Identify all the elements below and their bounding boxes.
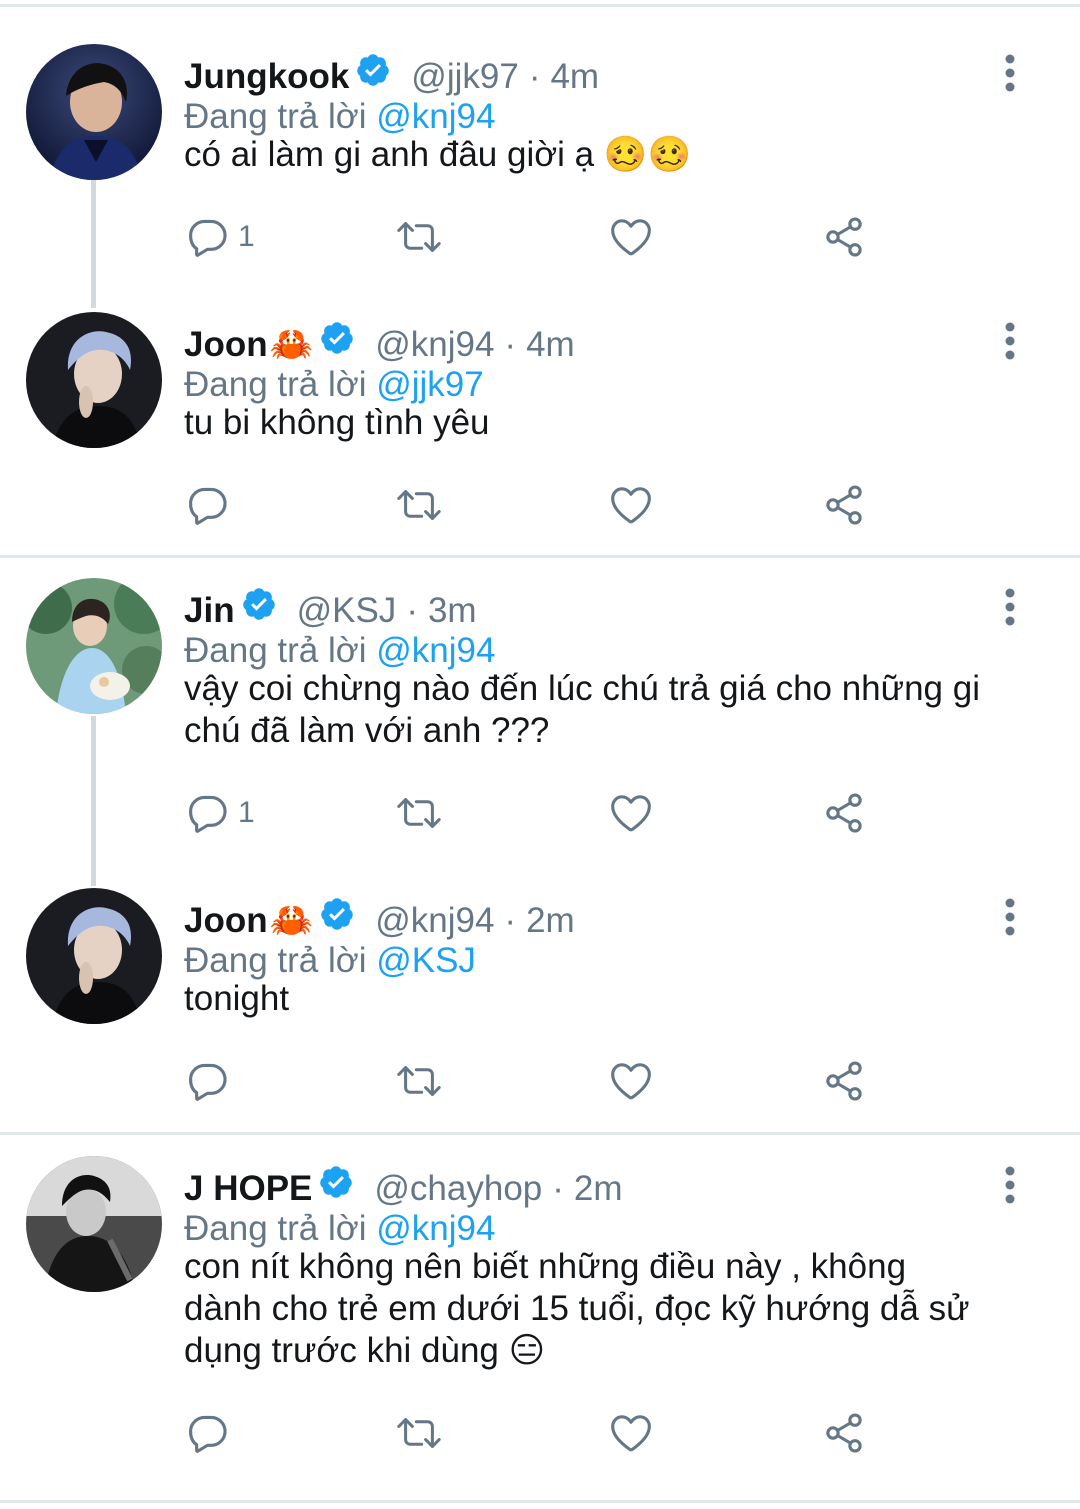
replying-label: Đang trả lời — [184, 1209, 367, 1248]
timestamp[interactable]: 4m — [550, 52, 599, 102]
avatar[interactable] — [26, 1156, 162, 1292]
retweet-icon — [397, 1418, 441, 1448]
reply-icon — [189, 1415, 227, 1453]
divider — [0, 4, 1080, 7]
reply-feed: Jungkook @jjk97 · 4m Đang trả lời @knj94 c… — [0, 0, 1080, 1509]
like-button[interactable] — [608, 1408, 654, 1458]
separator-dot: · — [552, 1169, 564, 1208]
avatar[interactable] — [26, 888, 162, 1024]
tweet-actions — [184, 480, 884, 530]
reply-icon — [189, 1063, 227, 1101]
avatar[interactable] — [26, 44, 162, 180]
reply-button[interactable]: 1 — [186, 212, 255, 262]
like-button[interactable] — [608, 480, 654, 530]
timestamp[interactable]: 2m — [526, 896, 575, 946]
more-options-icon[interactable] — [992, 1160, 1028, 1210]
share-icon — [826, 217, 862, 257]
share-icon — [826, 1413, 862, 1453]
share-icon — [826, 793, 862, 833]
tweet-text-line: có ai làm gi anh đâu giời ạ 🥴🥴 — [184, 135, 692, 174]
like-button[interactable] — [608, 1056, 654, 1106]
retweet-button[interactable] — [394, 1408, 444, 1458]
like-icon — [611, 219, 651, 256]
avatar[interactable] — [26, 578, 162, 714]
reply-icon — [189, 487, 227, 525]
reply-button[interactable] — [186, 1408, 230, 1458]
avatar[interactable] — [26, 312, 162, 448]
reply-count: 1 — [238, 796, 255, 829]
thread-connector — [91, 180, 96, 308]
reply-count: 1 — [238, 220, 255, 253]
reply-icon — [189, 219, 227, 257]
like-button[interactable] — [608, 788, 654, 838]
share-icon — [826, 1061, 862, 1101]
reply-button[interactable] — [186, 480, 230, 530]
more-options-icon[interactable] — [992, 48, 1028, 98]
retweet-button[interactable] — [394, 480, 444, 530]
more-options-icon[interactable] — [992, 582, 1028, 632]
like-button[interactable] — [608, 212, 654, 262]
tweet-text: có ai làm gi anh đâu giời ạ 🥴🥴 — [184, 134, 1044, 176]
reply-icon — [189, 795, 227, 833]
share-button[interactable] — [822, 1408, 866, 1458]
tweet-text-line: dụng trước khi dùng 😑 — [184, 1331, 546, 1370]
share-button[interactable] — [822, 212, 866, 262]
divider — [0, 555, 1080, 558]
replying-label: Đang trả lời — [184, 97, 367, 136]
tweet-text-line: chú đã làm với anh ??? — [184, 711, 550, 750]
reply-to-mention[interactable]: @KSJ — [376, 941, 476, 980]
separator-dot: · — [528, 57, 541, 96]
tweet-text-line: tonight — [184, 979, 290, 1018]
tweet-actions — [184, 1056, 884, 1106]
more-options-icon[interactable] — [992, 316, 1028, 366]
tweet-actions: 1 — [184, 212, 884, 262]
retweet-icon — [397, 798, 441, 828]
tweet-text: tu bi không tình yêu — [184, 402, 1044, 444]
replying-label: Đang trả lời — [184, 631, 367, 670]
reply-button[interactable]: 1 — [186, 788, 255, 838]
retweet-button[interactable] — [394, 1056, 444, 1106]
replying-label: Đang trả lời — [184, 941, 367, 980]
tweet-actions: 1 — [184, 788, 884, 838]
retweet-button[interactable] — [394, 788, 444, 838]
reply-to-mention[interactable]: @jjk97 — [376, 365, 484, 404]
tweet-text: tonight — [184, 978, 1044, 1020]
like-icon — [611, 1063, 651, 1100]
tweet-text: vậy coi chừng nào đến lúc chú trả giá ch… — [184, 668, 1044, 752]
retweet-icon — [397, 1066, 441, 1096]
separator-dot: · — [504, 901, 517, 940]
share-button[interactable] — [822, 480, 866, 530]
thread-connector — [91, 716, 96, 886]
share-button[interactable] — [822, 788, 866, 838]
separator-dot: · — [504, 325, 517, 364]
replying-label: Đang trả lời — [184, 365, 367, 404]
like-icon — [611, 1415, 651, 1452]
tweet-text-line: tu bi không tình yêu — [184, 403, 490, 442]
more-options-icon[interactable] — [992, 892, 1028, 942]
timestamp[interactable]: 2m — [574, 1164, 623, 1214]
tweet-text: con nít không nên biết những điều này , … — [184, 1246, 1044, 1372]
reply-to-mention[interactable]: @knj94 — [376, 1209, 495, 1248]
tweet-text-line: con nít không nên biết những điều này , … — [184, 1247, 907, 1286]
share-button[interactable] — [822, 1056, 866, 1106]
like-icon — [611, 487, 651, 524]
tweet-text-line: dành cho trẻ em dưới 15 tuổi, đọc kỹ hướ… — [184, 1289, 970, 1328]
divider — [0, 1132, 1080, 1135]
reply-to-mention[interactable]: @knj94 — [376, 97, 495, 136]
reply-to-mention[interactable]: @knj94 — [376, 631, 495, 670]
retweet-icon — [397, 222, 441, 252]
tweet-text-line: vậy coi chừng nào đến lúc chú trả giá ch… — [184, 669, 980, 708]
like-icon — [611, 795, 651, 832]
retweet-button[interactable] — [394, 212, 444, 262]
reply-button[interactable] — [186, 1056, 230, 1106]
tweet-actions — [184, 1408, 884, 1458]
divider — [0, 1500, 1080, 1503]
timestamp[interactable]: 4m — [526, 320, 575, 370]
retweet-icon — [397, 490, 441, 520]
share-icon — [826, 485, 862, 525]
